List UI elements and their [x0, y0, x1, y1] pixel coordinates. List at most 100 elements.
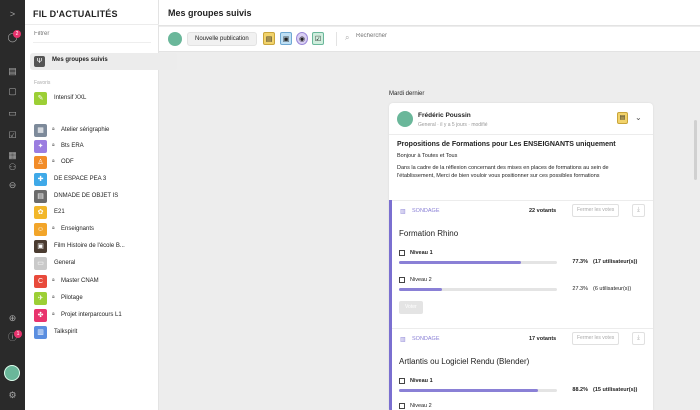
group-item[interactable]: ✤ 🔒︎ Projet interparcours L1 — [34, 308, 154, 322]
close-votes-button[interactable]: Fermer les votes — [572, 204, 620, 217]
result-bar-fill — [399, 389, 539, 392]
task-icon[interactable]: ☑ — [312, 32, 324, 45]
group-avatar-icon: C — [34, 275, 47, 288]
download-icon[interactable]: ⤓ — [632, 204, 645, 217]
vote-button[interactable]: Voter — [399, 301, 423, 314]
result-bar — [399, 389, 557, 392]
chevron-down-icon[interactable]: ⌄ — [635, 113, 642, 122]
divider — [25, 24, 159, 25]
option-label: Niveau 2 — [410, 403, 432, 409]
post-greeting: Bonjour à Toutes et Tous — [397, 153, 458, 159]
scrollbar[interactable] — [694, 120, 697, 180]
group-avatar-icon: ▤ — [34, 190, 47, 203]
post-card: Frédéric Poussin General · il y a 5 jour… — [389, 103, 653, 410]
option-percent: 77.3% — [572, 259, 588, 265]
option-label: Niveau 1 — [410, 378, 433, 384]
favorites-label: Favoris — [34, 80, 51, 86]
page-title: Mes groupes suivis — [168, 8, 252, 18]
people-icon[interactable]: ⚇ — [6, 162, 19, 173]
poll-question: Artlantis ou Logiciel Rendu (Blender) — [399, 357, 530, 366]
download-icon[interactable]: ⤓ — [632, 332, 645, 345]
vote-count: 17 votants — [529, 336, 557, 342]
user-avatar[interactable] — [4, 365, 20, 381]
poll-option[interactable]: Niveau 2 — [399, 403, 649, 410]
group-item[interactable]: ✿ E21 — [34, 205, 154, 219]
poll-option[interactable]: Niveau 1 88.2% (15 utilisateur(s)) — [399, 378, 649, 396]
group-item[interactable]: ✎ Intensif XXL — [34, 91, 154, 105]
group-item[interactable]: ✚ DE ESPACE PEA 3 — [34, 172, 154, 186]
group-item[interactable]: ▦ 🔒︎ Atelier sérigraphie — [34, 123, 154, 137]
lock-icon: 🔒︎ — [52, 225, 55, 231]
group-name: Master CNAM — [61, 278, 99, 284]
author-name[interactable]: Frédéric Poussin — [418, 112, 471, 119]
post-body: Dans la cadre de la réflexion concernant… — [397, 165, 609, 179]
group-item[interactable]: ▥ Talkspirit — [34, 325, 154, 339]
documents-icon[interactable]: ▭ — [6, 108, 19, 119]
group-item[interactable]: C 🔒︎ Master CNAM — [34, 274, 154, 288]
group-name: E21 — [54, 209, 65, 215]
lock-icon: 🔒︎ — [52, 294, 55, 300]
tasks-icon[interactable]: ☑ — [6, 130, 19, 141]
alert-badge: 1 — [14, 330, 22, 338]
poll-icon[interactable]: ▤ — [263, 32, 275, 45]
group-item[interactable]: ☺ 🔒︎ Enseignants — [34, 222, 154, 236]
user-avatar — [168, 32, 182, 46]
group-name: ODF — [61, 159, 74, 165]
calendar-icon[interactable]: ▦ — [6, 150, 19, 161]
group-name: DNMADE DE OBJET IS — [54, 193, 119, 199]
help-icon[interactable]: ⊕ — [6, 313, 19, 324]
newsfeed-icon[interactable]: ▤ — [6, 66, 19, 77]
feed-title: FIL D'ACTUALITÉS — [33, 9, 118, 19]
lock-icon: 🔒︎ — [52, 311, 55, 317]
divider — [392, 328, 653, 329]
settings-icon[interactable]: ⚙ — [6, 390, 19, 401]
group-avatar-icon: ✿ — [34, 206, 47, 219]
group-item[interactable]: ✦ 🔒︎ Bts ERA — [34, 139, 154, 153]
search-icon: ⌕ — [345, 33, 350, 42]
group-item[interactable]: ▤ DNMADE DE OBJET IS — [34, 189, 154, 203]
new-post-button[interactable]: Nouvelle publication — [187, 32, 257, 46]
option-users: (6 utilisateur(s)) — [593, 286, 632, 292]
group-name: Film Histoire de l'école B... — [54, 243, 125, 249]
group-avatar-icon: ✤ — [34, 309, 47, 322]
group-avatar-icon: ✈ — [34, 292, 47, 305]
image-icon[interactable]: ▣ — [280, 32, 292, 45]
divider — [336, 32, 337, 46]
option-checkbox[interactable] — [399, 378, 405, 384]
option-checkbox[interactable] — [399, 277, 405, 283]
search-input[interactable] — [356, 33, 466, 39]
option-percent: 88.2% — [572, 387, 588, 393]
group-name: Pilotage — [61, 295, 83, 301]
option-label: Niveau 1 — [410, 250, 433, 256]
group-name: Bts ERA — [61, 143, 84, 149]
group-item[interactable]: ▭ General — [34, 256, 154, 270]
option-checkbox[interactable] — [399, 403, 405, 409]
group-avatar-icon: ▭ — [34, 257, 47, 270]
poll-label: SONDAGE — [412, 336, 440, 342]
group-item[interactable]: ♙ 🔒︎ ODF — [34, 155, 154, 169]
group-item[interactable]: ▣ Film Histoire de l'école B... — [34, 239, 154, 253]
option-checkbox[interactable] — [399, 250, 405, 256]
poll-option[interactable]: Niveau 2 27.3% (6 utilisateur(s)) — [399, 277, 649, 295]
lock-icon: 🔒︎ — [52, 126, 55, 132]
group-name: General — [54, 260, 76, 266]
bar-chart-icon: ▥ — [400, 337, 406, 343]
apps-icon[interactable]: ⊖ — [6, 180, 19, 191]
followed-groups-item[interactable]: Ψ Mes groupes suivis — [30, 53, 177, 70]
group-item[interactable]: ✈ 🔒︎ Pilotage — [34, 291, 154, 305]
event-icon[interactable]: ◉ — [296, 32, 308, 45]
poll-question: Formation Rhino — [399, 229, 459, 238]
poll-option[interactable]: Niveau 1 77.3% (17 utilisateur(s)) — [399, 250, 649, 268]
lock-icon: 🔒︎ — [52, 277, 55, 283]
messages-icon[interactable]: ▢ — [6, 86, 19, 97]
group-avatar-icon: ✎ — [34, 92, 47, 105]
author-avatar[interactable] — [397, 111, 413, 127]
group-avatar-icon: ✚ — [34, 173, 47, 186]
group-avatar-icon: ▦ — [34, 124, 47, 137]
filter-input[interactable] — [34, 31, 150, 37]
expand-icon[interactable]: > — [6, 9, 19, 20]
date-label: Mardi dernier — [389, 91, 425, 97]
group-name: Enseignants — [61, 226, 95, 232]
close-votes-button[interactable]: Fermer les votes — [572, 332, 620, 345]
option-users: (15 utilisateur(s)) — [593, 387, 638, 393]
